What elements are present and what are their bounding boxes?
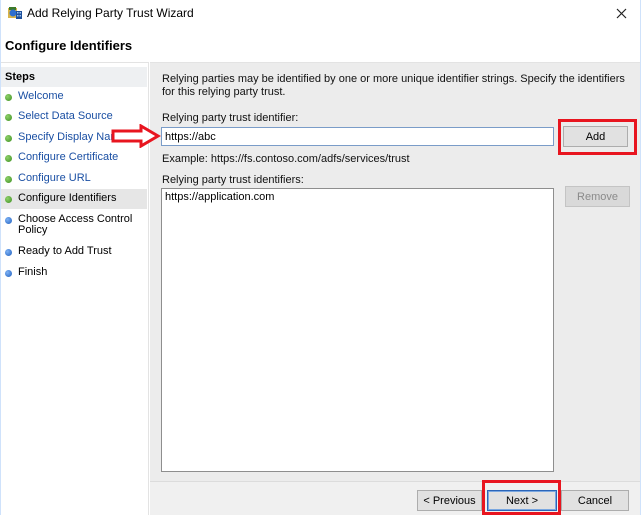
step-label: Configure Identifiers	[18, 192, 117, 204]
step-label: Finish	[18, 266, 48, 278]
step-configure-url[interactable]: Configure URL	[1, 173, 147, 184]
step-complete-icon	[5, 114, 12, 121]
title-bar: Add Relying Party Trust Wizard	[1, 0, 640, 28]
close-button[interactable]	[610, 3, 632, 23]
steps-heading: Steps	[1, 67, 147, 87]
step-finish: Finish	[1, 267, 147, 278]
identifier-input[interactable]	[161, 127, 554, 146]
identifiers-list[interactable]: https://application.com	[161, 188, 554, 472]
cancel-button[interactable]: Cancel	[561, 490, 629, 511]
step-welcome[interactable]: Welcome	[1, 91, 147, 102]
step-choose-access-control-policy: Choose Access Control Policy	[1, 214, 141, 236]
description-text: Relying parties may be identified by one…	[162, 73, 625, 98]
step-pending-icon	[5, 270, 12, 277]
wizard-window: Add Relying Party Trust Wizard Configure…	[0, 0, 641, 515]
step-select-data-source[interactable]: Select Data Source	[1, 111, 147, 122]
content-panel: Relying parties may be identified by one…	[150, 62, 640, 515]
step-current-icon	[5, 196, 12, 203]
step-specify-display-name[interactable]: Specify Display Name	[1, 132, 147, 143]
step-label: Choose Access Control Policy	[18, 213, 133, 236]
step-complete-icon	[5, 135, 12, 142]
close-icon	[616, 8, 626, 18]
list-item[interactable]: https://application.com	[165, 191, 550, 204]
identifier-label: Relying party trust identifier:	[162, 112, 299, 124]
page-header: Configure Identifiers	[1, 28, 640, 62]
window-title: Add Relying Party Trust Wizard	[27, 6, 194, 20]
remove-button[interactable]: Remove	[565, 186, 630, 207]
step-label: Ready to Add Trust	[18, 245, 112, 257]
step-label: Configure Certificate	[18, 151, 119, 163]
step-label: Specify Display Name	[18, 131, 126, 143]
step-label: Welcome	[18, 90, 64, 102]
step-ready-to-add-trust: Ready to Add Trust	[1, 246, 147, 257]
adfs-wizard-icon	[8, 7, 22, 19]
add-button[interactable]: Add	[563, 126, 628, 147]
step-configure-certificate[interactable]: Configure Certificate	[1, 152, 147, 163]
step-label: Select Data Source	[18, 110, 113, 122]
step-pending-icon	[5, 249, 12, 256]
next-button[interactable]: Next >	[487, 490, 557, 511]
wizard-footer: < Previous Next > Cancel	[150, 482, 640, 515]
example-text: Example: https://fs.contoso.com/adfs/ser…	[162, 153, 410, 165]
step-label: Configure URL	[18, 172, 91, 184]
identifiers-form: Relying parties may be identified by one…	[150, 63, 640, 481]
steps-sidebar: Steps Welcome Select Data Source Specify…	[1, 62, 149, 515]
step-complete-icon	[5, 176, 12, 183]
step-pending-icon	[5, 217, 12, 224]
step-complete-icon	[5, 94, 12, 101]
step-complete-icon	[5, 155, 12, 162]
identifiers-list-label: Relying party trust identifiers:	[162, 174, 304, 186]
step-configure-identifiers: Configure Identifiers	[1, 189, 147, 209]
page-title: Configure Identifiers	[5, 38, 133, 53]
previous-button[interactable]: < Previous	[417, 490, 482, 511]
